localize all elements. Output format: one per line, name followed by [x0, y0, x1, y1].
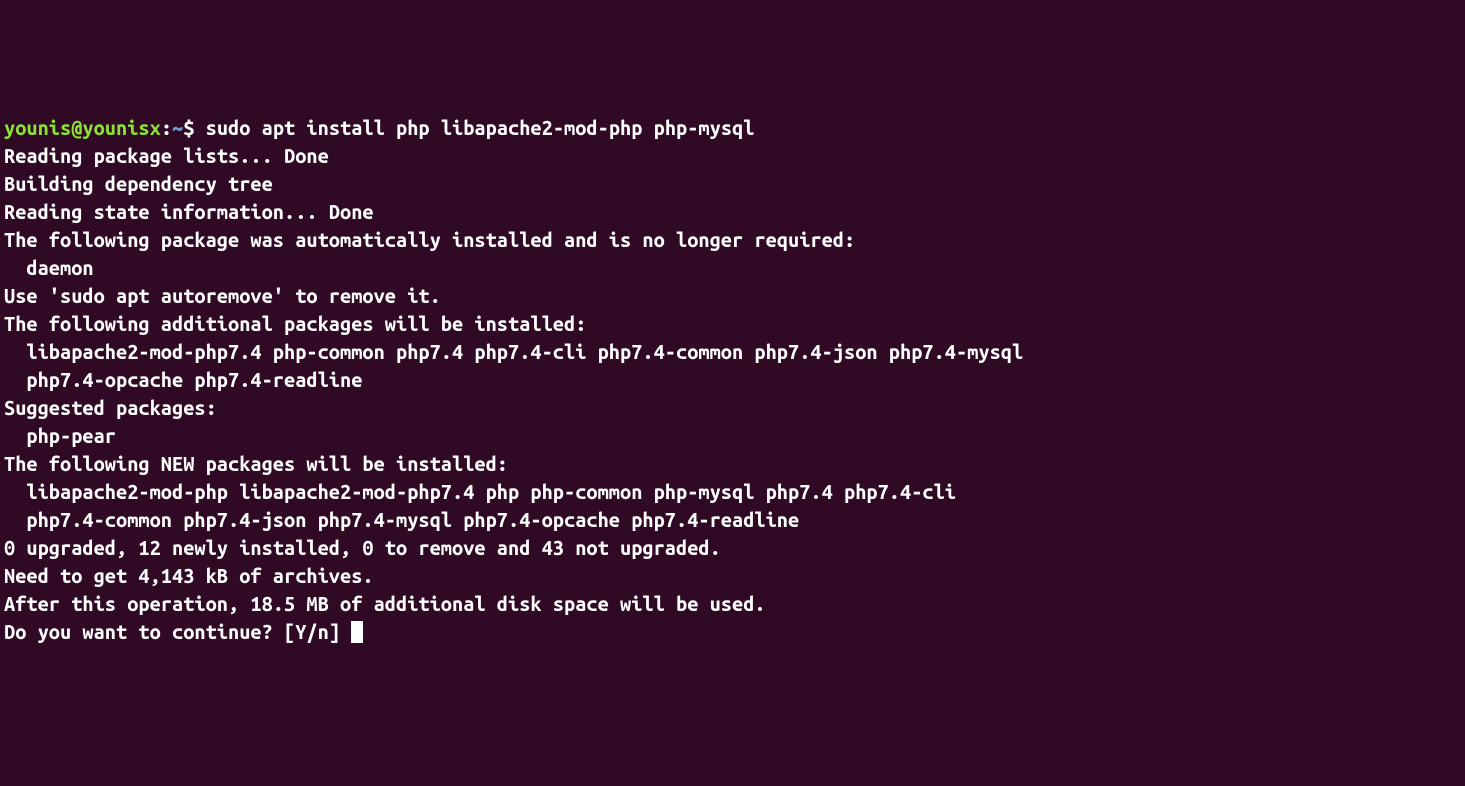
output-line: 0 upgraded, 12 newly installed, 0 to rem… [4, 536, 721, 559]
prompt-user: younis [4, 116, 71, 139]
command-text [194, 116, 205, 139]
prompt-line: younis@younisx:~$ sudo apt install php l… [4, 116, 754, 139]
output-line: The following package was automatically … [4, 228, 855, 251]
output-line: Use 'sudo apt autoremove' to remove it. [4, 284, 441, 307]
output-line: Reading state information... Done [4, 200, 374, 223]
prompt-host: younisx [82, 116, 160, 139]
output-line: daemon [4, 256, 94, 279]
continue-prompt[interactable]: Do you want to continue? [Y/n] [4, 620, 351, 643]
terminal-output[interactable]: younis@younisx:~$ sudo apt install php l… [4, 114, 1461, 646]
output-line: Need to get 4,143 kB of archives. [4, 564, 374, 587]
cursor-icon [351, 621, 363, 643]
output-line: Suggested packages: [4, 396, 217, 419]
prompt-at: @ [71, 116, 82, 139]
prompt-colon: : [161, 116, 172, 139]
output-line: After this operation, 18.5 MB of additio… [4, 592, 766, 615]
command-text: sudo apt install php libapache2-mod-php … [206, 116, 755, 139]
output-line: libapache2-mod-php7.4 php-common php7.4 … [4, 340, 1023, 363]
prompt-path: ~ [172, 116, 183, 139]
prompt-dollar: $ [183, 116, 194, 139]
output-line: The following NEW packages will be insta… [4, 452, 508, 475]
output-line: php-pear [4, 424, 116, 447]
output-line: Reading package lists... Done [4, 144, 329, 167]
output-line: The following additional packages will b… [4, 312, 586, 335]
output-line: php7.4-opcache php7.4-readline [4, 368, 362, 391]
output-line: Building dependency tree [4, 172, 273, 195]
output-line: libapache2-mod-php libapache2-mod-php7.4… [4, 480, 956, 503]
